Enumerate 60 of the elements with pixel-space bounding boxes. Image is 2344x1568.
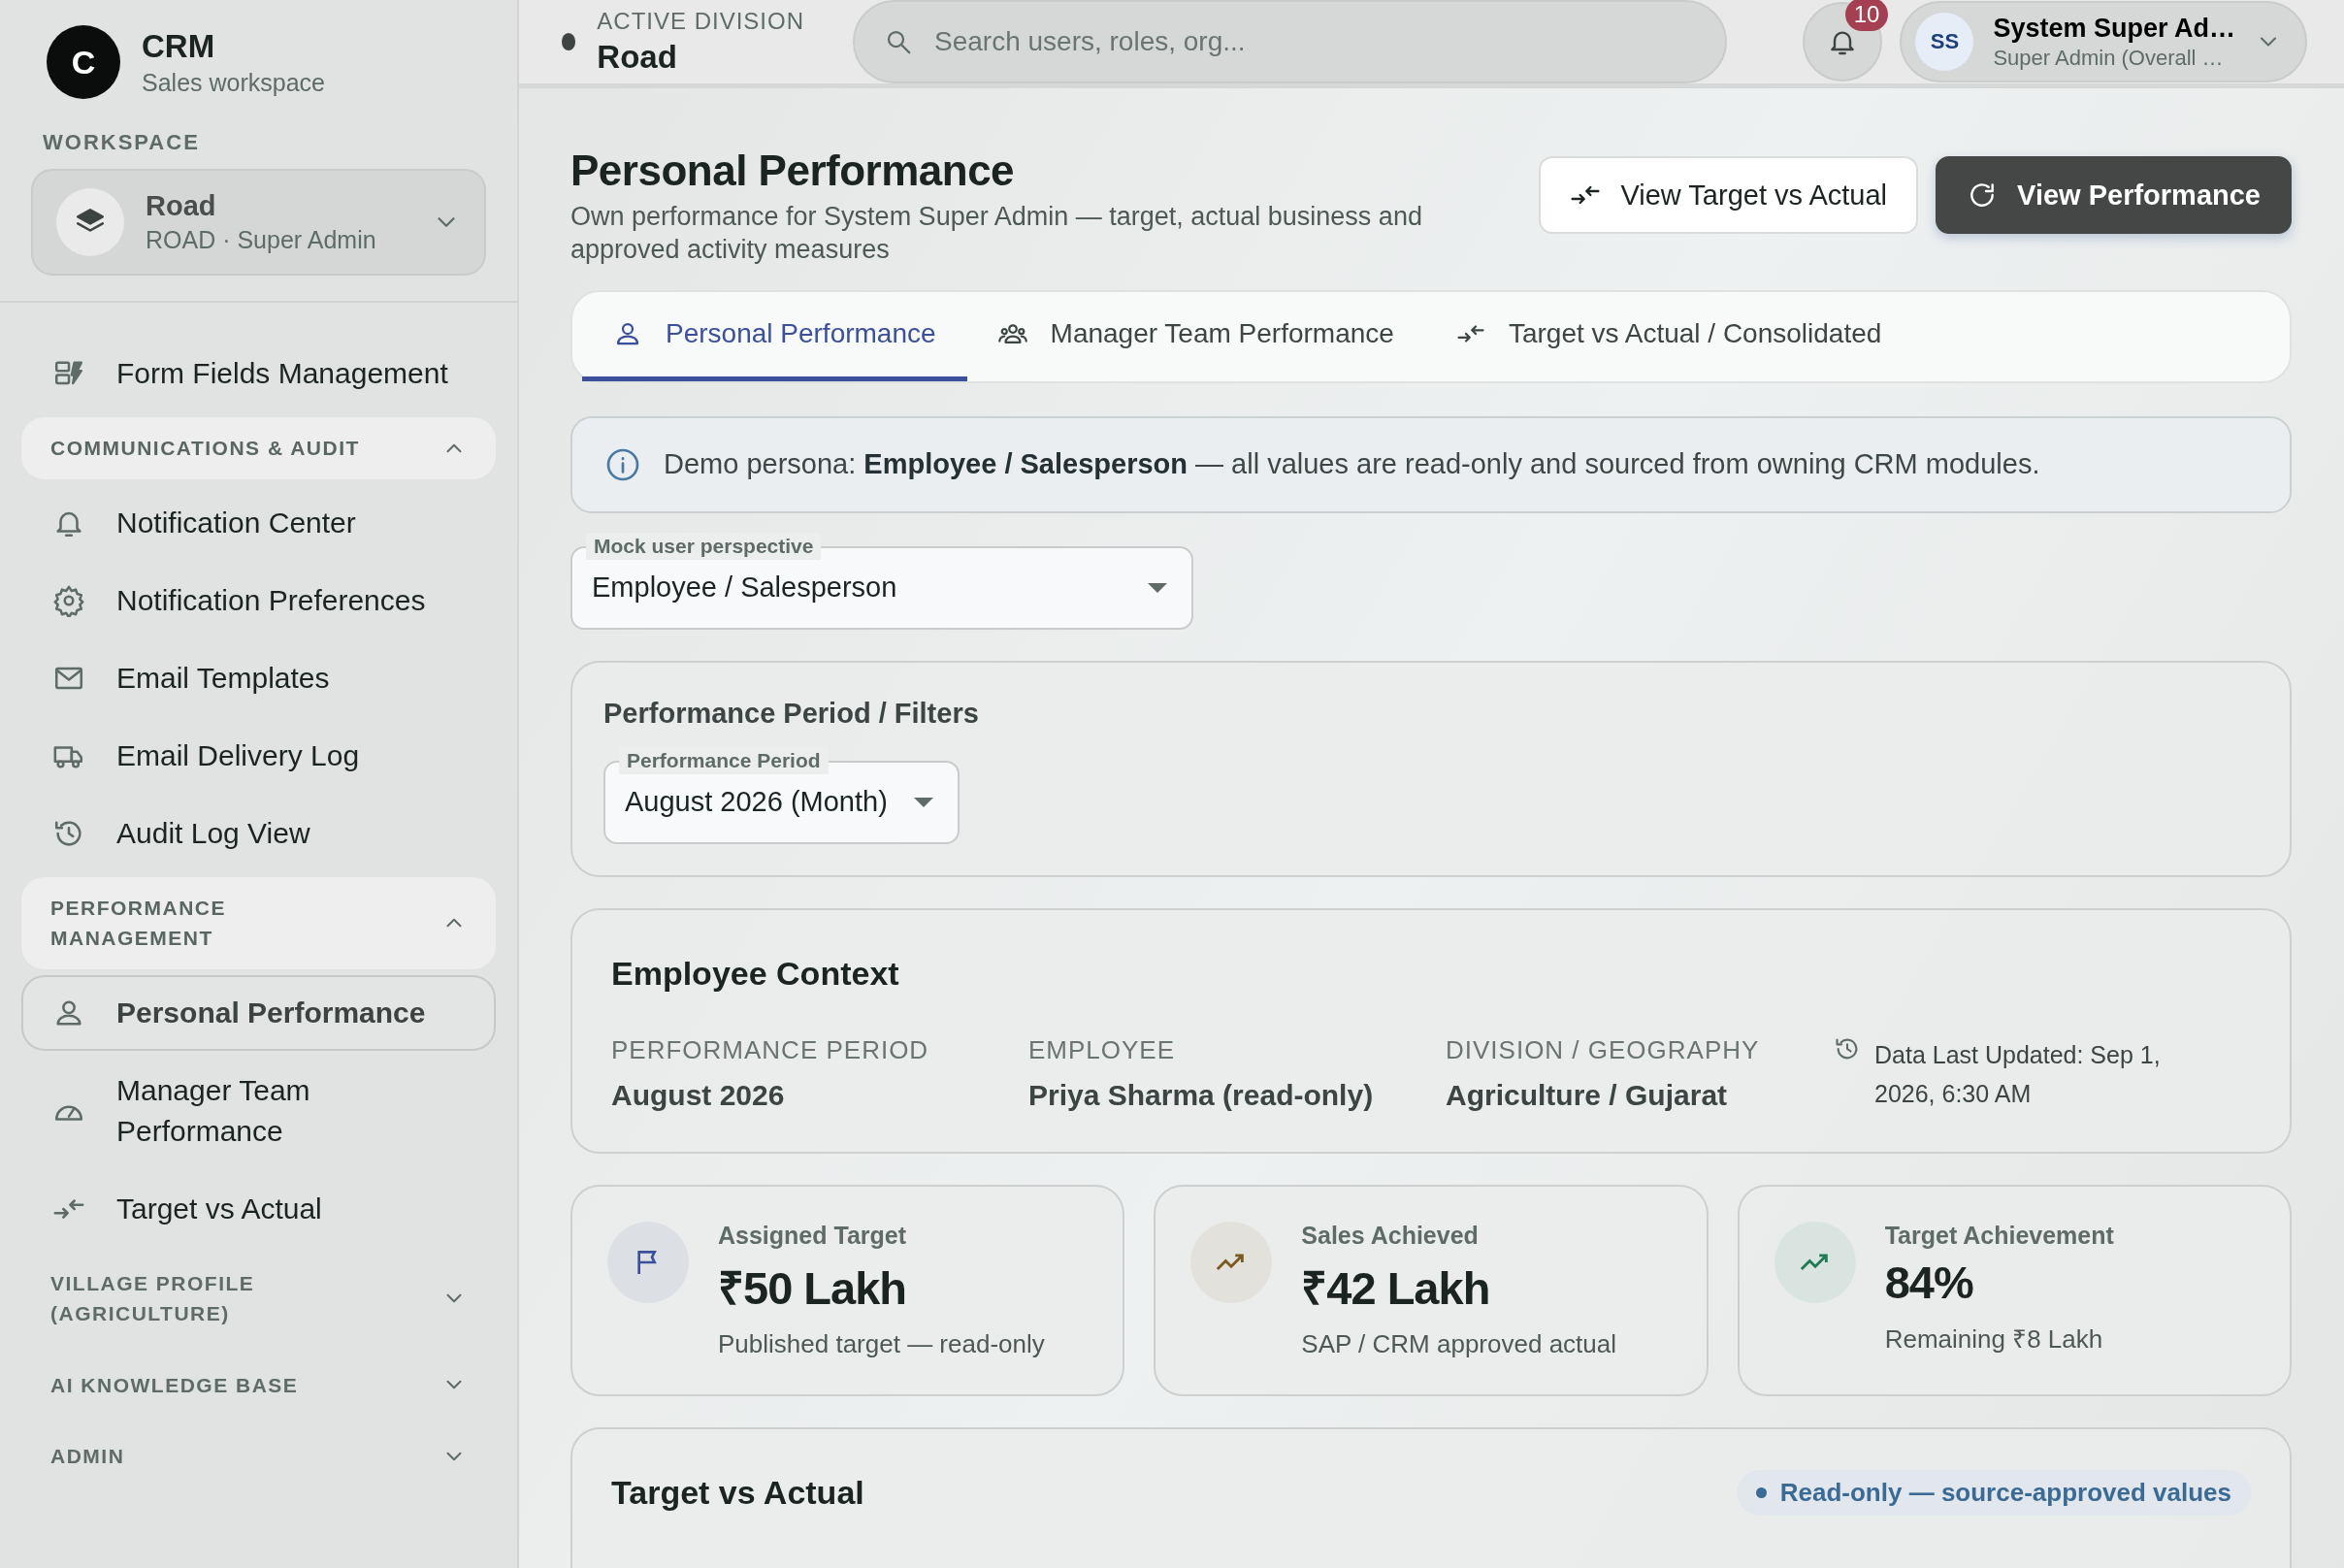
search-bar[interactable]: Search users, roles, org... [853,0,1728,83]
kpi-label: Target Achievement [1884,1221,2114,1250]
user-menu[interactable]: SS System Super Ad… Super Admin (Overall … [1900,1,2307,82]
field-label: DIVISION / GEOGRAPHY [1446,1034,1761,1065]
dropdown-caret-icon [912,796,934,808]
card-title: Employee Context [611,954,900,993]
info-icon [605,446,640,482]
view-target-button[interactable]: View Target vs Actual [1539,156,1919,234]
view-performance-button[interactable]: View Performance [1936,156,2292,234]
notification-count: 10 [1844,0,1889,31]
card-title: Performance Period / Filters [603,697,979,730]
field-label: PERFORMANCE PERIOD [611,1034,930,1065]
field-label: EMPLOYEE [1028,1034,1177,1065]
kpi-value: ₹42 Lakh [1301,1260,1491,1316]
settings-icon [52,583,85,617]
nav-item[interactable]: Audit Log View [21,795,496,871]
nav-section-header[interactable]: ADMIN [21,1425,496,1487]
status-dot [562,33,576,50]
field-value: Agriculture / Gujarat [1446,1078,1729,1112]
division-label: ACTIVE DIVISION [597,8,804,35]
nav-item[interactable]: Email Delivery Log [21,717,496,794]
kpi-note: Published target — read-only [718,1328,1045,1359]
read-only-badge: Read-only — source-approved values [1736,1469,2251,1516]
info-text: Demo persona: Employee / Salesperson — all values are read-only and sourced from owning CRM modules. [664,448,2040,480]
page-title: Personal Performance [570,147,1016,195]
nav-section-header[interactable]: VILLAGE PROFILE (AGRICULTURE) [21,1252,496,1345]
brand-name: CRM [142,27,216,65]
nav-section-header[interactable]: COMMUNICATIONS & AUDIT [21,417,496,479]
search-input[interactable]: Search users, roles, org... [932,25,1697,58]
tab[interactable]: Manager Team Performance [966,291,1425,381]
division-name: Road [597,39,678,76]
card-title: Target vs Actual [611,1473,864,1512]
tab[interactable]: Personal Performance [582,291,967,381]
kpi-value: 84% [1884,1255,1974,1309]
nav-section-header[interactable]: AI KNOWLEDGE BASE [21,1354,496,1416]
nav-item[interactable]: Personal Performance [21,974,496,1051]
kpi-note: Remaining ₹8 Lakh [1884,1323,2104,1356]
field-value: Priya Sharma (read-only) [1028,1078,1375,1112]
section-label: WORKSPACE [43,130,201,155]
nav-item[interactable]: Target vs Actual [21,1170,496,1247]
last-updated-text: Data Last Updated: Sep 1, 2026, 6:30 AM [1874,1039,2162,1109]
workspace-selector[interactable]: Road ROAD · Super Admin [31,169,486,276]
tab[interactable]: Target vs Actual / Consolidated [1424,291,1913,381]
dropdown-caret-icon [1147,581,1168,594]
kpi-label: Assigned Target [718,1221,908,1250]
nav-item[interactable]: Notification Preferences [21,562,496,638]
logo: C [47,25,120,99]
kpi-label: Sales Achieved [1301,1221,1480,1250]
kpi-note: SAP / CRM approved actual [1301,1328,1616,1359]
page-subtitle: Own performance for System Super Admin — target, actual business and approved activity measures [570,201,1423,266]
nav-section-header[interactable]: PERFORMANCE MANAGEMENT [21,876,496,969]
field-value: August 2026 [611,1078,786,1112]
nav-item[interactable]: Form Fields Management [21,336,496,411]
brand-subtitle: Sales workspace [142,68,325,97]
nav-item[interactable]: Email Templates [21,639,496,716]
kpi-value: ₹50 Lakh [718,1260,908,1316]
period-dropdown[interactable]: Performance Period August 2026 (Month) [603,744,960,844]
nav-item[interactable]: Manager Team Performance [21,1052,496,1169]
nav-item[interactable]: Notification Center [21,484,496,561]
perspective-dropdown[interactable]: Mock user perspective Employee / Salesperson [570,530,1193,630]
